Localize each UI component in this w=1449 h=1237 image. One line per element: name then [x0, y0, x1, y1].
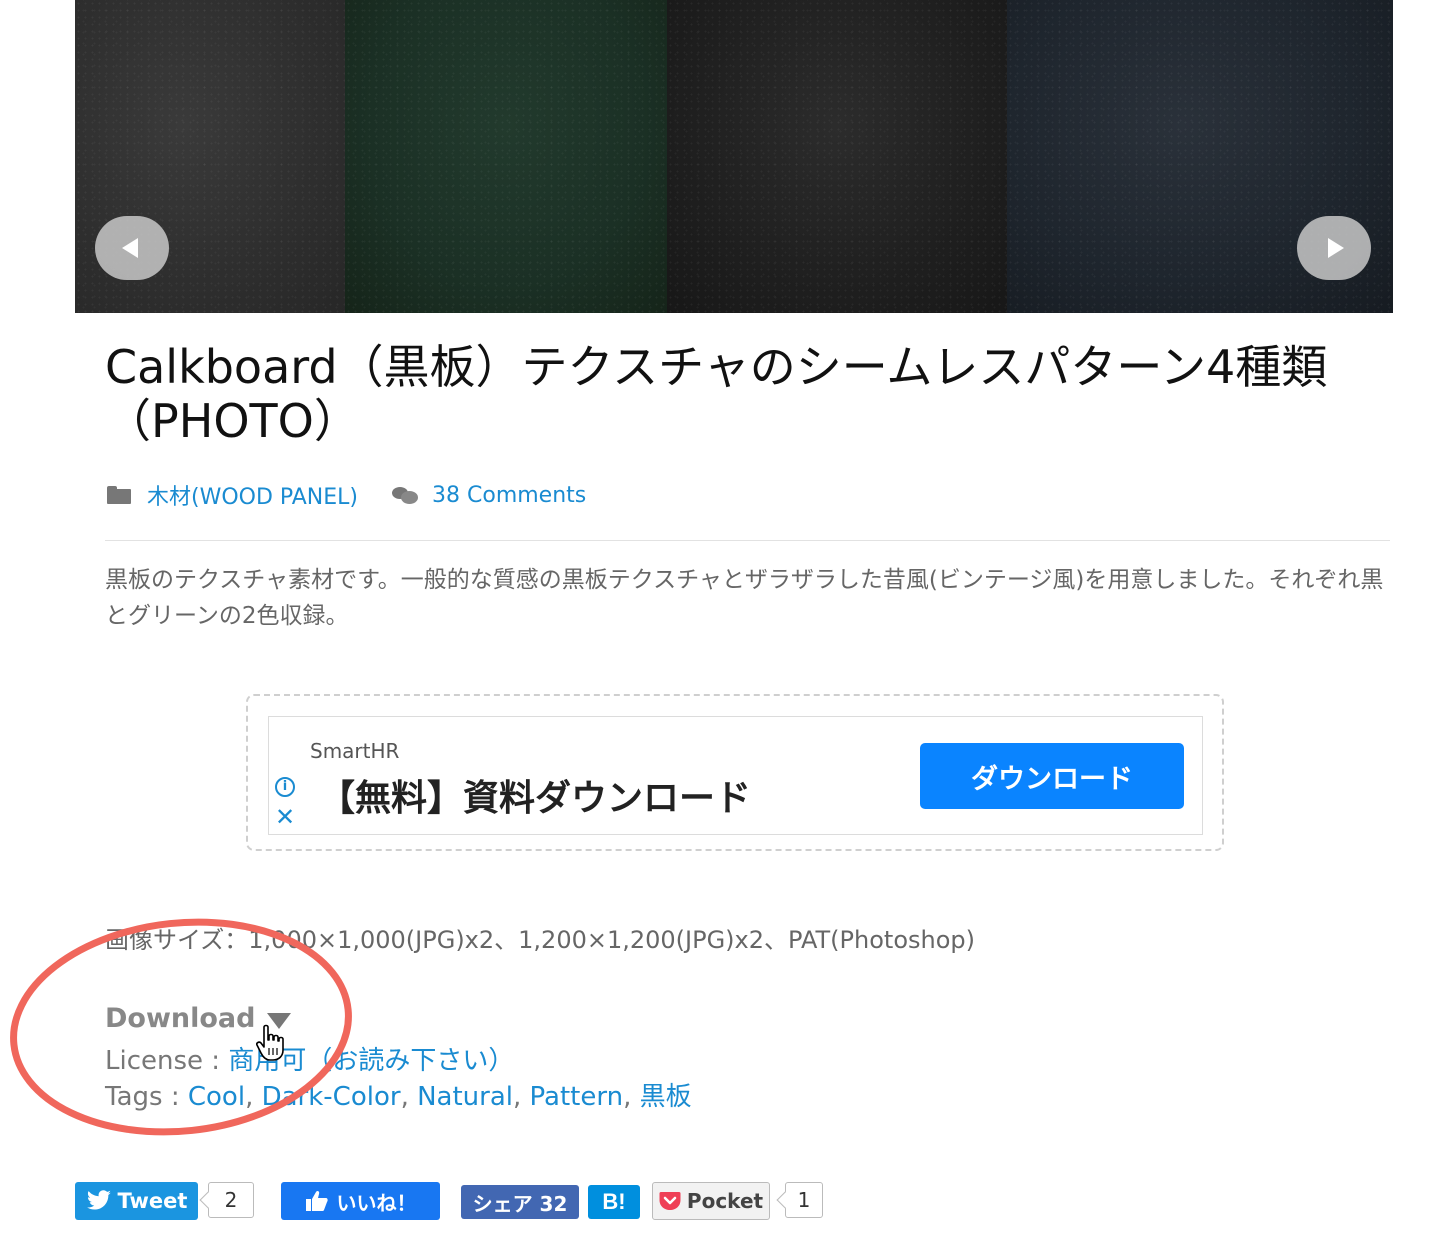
- twitter-bird-icon: [86, 1190, 111, 1210]
- comments-icon: [392, 485, 419, 505]
- post-meta: 木材(WOOD PANEL) 38 Comments: [107, 480, 586, 510]
- tweet-label: Tweet: [117, 1189, 188, 1213]
- arrow-right-icon: [1328, 238, 1344, 258]
- texture-green-plain: [345, 0, 667, 313]
- slider-next-button[interactable]: [1297, 216, 1371, 280]
- ad-brand: SmartHR: [310, 739, 400, 763]
- hero-slider: [75, 0, 1393, 313]
- tag-link[interactable]: 黒板: [640, 1082, 692, 1112]
- category-link[interactable]: 木材(WOOD PANEL): [147, 479, 358, 511]
- pocket-button[interactable]: Pocket: [652, 1182, 770, 1220]
- tag-separator: ,: [400, 1082, 418, 1112]
- ad-banner[interactable]: i ✕ SmartHR 【無料】資料ダウンロード ダウンロード: [268, 716, 1203, 835]
- ad-info-icon[interactable]: i: [275, 777, 295, 797]
- post-title-line1: Calkboard（黒板）テクスチャのシームレスパターン4種類: [105, 340, 1328, 394]
- folder-icon: [107, 486, 131, 504]
- tags-line: Tags : Cool, Dark-Color, Natural, Patter…: [105, 1076, 692, 1113]
- download-label: Download: [105, 1003, 256, 1034]
- tag-separator: ,: [245, 1082, 262, 1112]
- facebook-like-button[interactable]: いいね！: [281, 1182, 440, 1220]
- slider-prev-button[interactable]: [95, 216, 169, 280]
- pocket-count: 1: [785, 1182, 823, 1218]
- pocket-label: Pocket: [686, 1189, 764, 1213]
- tag-separator: ,: [623, 1082, 640, 1112]
- thumbs-up-icon: [305, 1190, 328, 1211]
- ad-download-button[interactable]: ダウンロード: [920, 743, 1184, 809]
- tweet-button[interactable]: Tweet: [75, 1182, 198, 1220]
- comments-link[interactable]: 38 Comments: [432, 483, 586, 508]
- tweet-count: 2: [208, 1182, 254, 1218]
- pocket-icon: [659, 1192, 681, 1210]
- facebook-share-button[interactable]: シェア 32: [461, 1185, 579, 1219]
- tag-link[interactable]: Pattern: [530, 1082, 624, 1112]
- hatena-bookmark-button[interactable]: B!: [588, 1185, 640, 1219]
- license-line: License : 商用可（お読み下さい）: [105, 1040, 514, 1077]
- divider: [105, 540, 1390, 541]
- tag-link[interactable]: Natural: [417, 1082, 513, 1112]
- ad-close-icon[interactable]: ✕: [275, 805, 295, 829]
- tag-link[interactable]: Dark-Color: [262, 1082, 401, 1112]
- tag-link[interactable]: Cool: [188, 1082, 245, 1112]
- texture-black-vintage: [667, 0, 1007, 313]
- image-size-text: 画像サイズ：1,000×1,000(JPG)x2、1,200×1,200(JPG…: [105, 926, 975, 954]
- post-title-line2: （PHOTO）: [105, 394, 360, 448]
- tag-separator: ,: [513, 1082, 530, 1112]
- post-description: 黒板のテクスチャ素材です。一般的な質感の黒板テクスチャとザラザラした昔風(ビンテ…: [105, 567, 1384, 629]
- facebook-like-label: いいね！: [336, 1190, 417, 1215]
- hand-cursor-icon: [256, 1024, 284, 1061]
- ad-headline[interactable]: 【無料】資料ダウンロード: [319, 769, 751, 821]
- post-title: Calkboard（黒板）テクスチャのシームレスパターン4種類 （PHOTO）: [105, 340, 1365, 448]
- tags-prefix: Tags :: [105, 1082, 188, 1112]
- arrow-left-icon: [122, 238, 138, 258]
- license-prefix: License :: [105, 1046, 229, 1076]
